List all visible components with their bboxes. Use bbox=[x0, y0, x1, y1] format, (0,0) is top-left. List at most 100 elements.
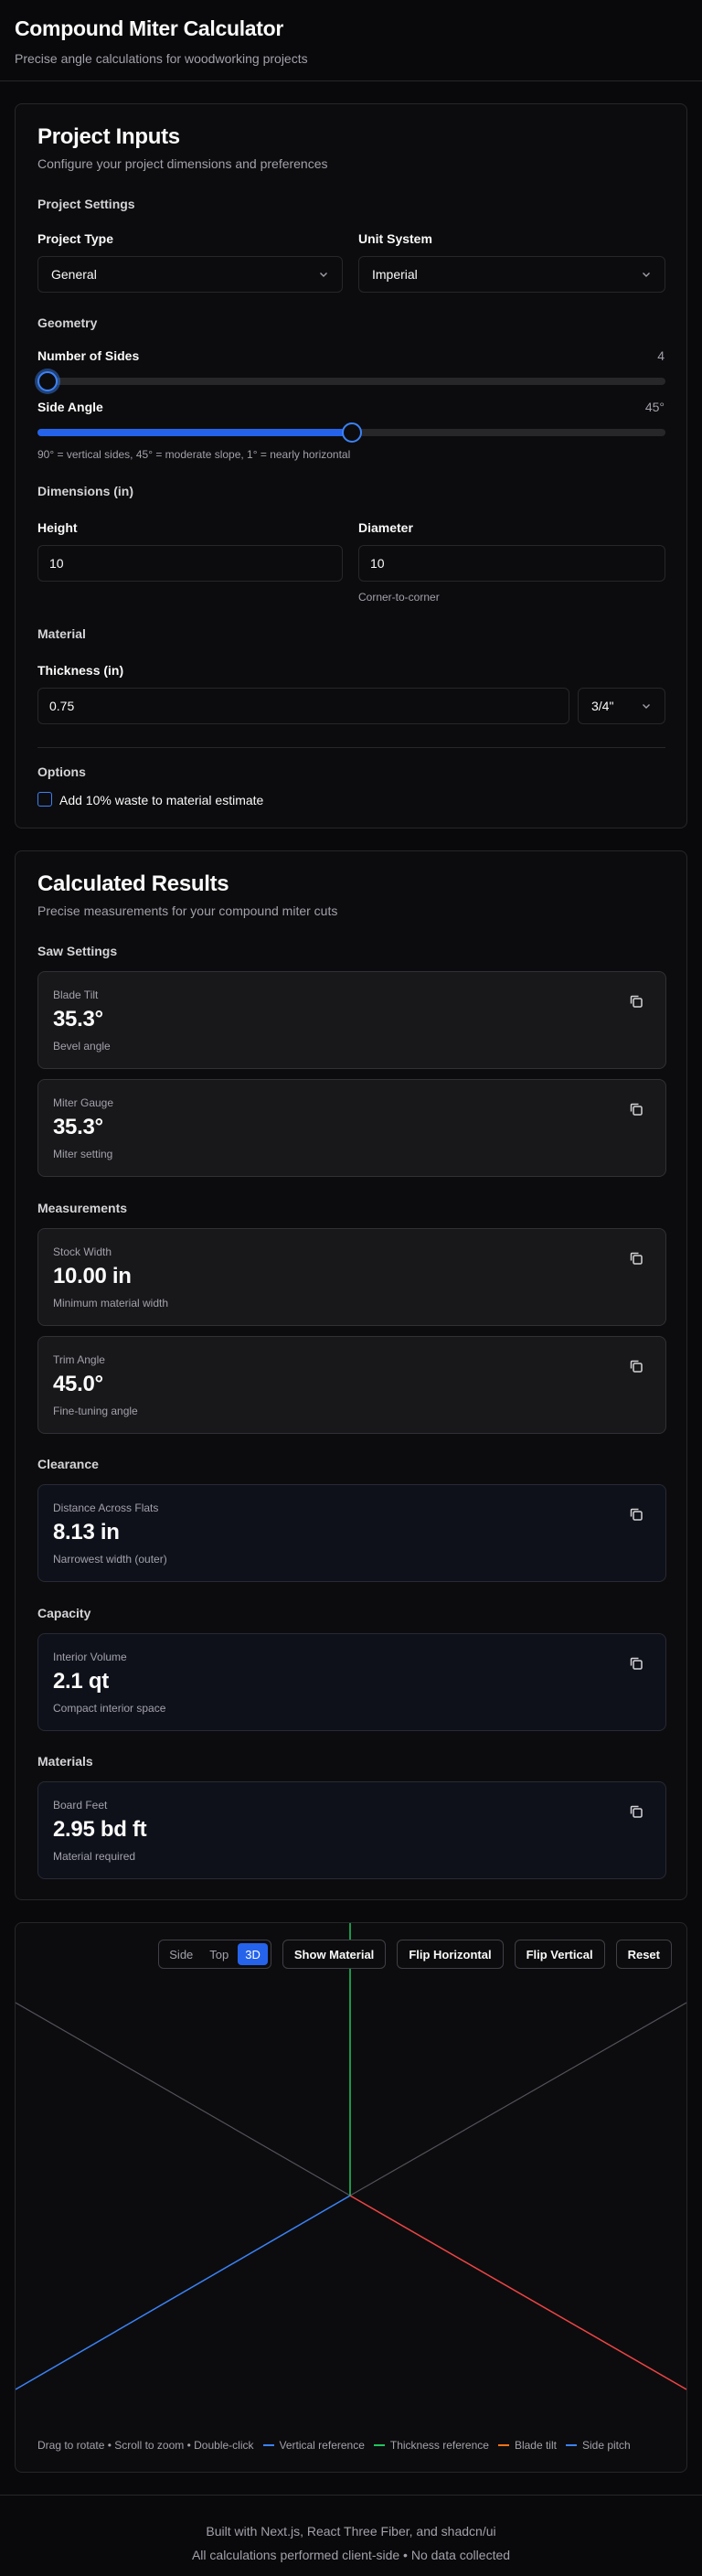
board-feet-card: Board Feet 2.95 bd ft Material required bbox=[37, 1781, 666, 1879]
diameter-hint: Corner-to-corner bbox=[358, 591, 440, 604]
stock-width-value: 10.00 in bbox=[53, 1264, 132, 1288]
copy-icon[interactable] bbox=[627, 992, 645, 1010]
stock-width-label: Stock Width bbox=[53, 1245, 112, 1258]
height-label: Height bbox=[37, 520, 78, 535]
material-label: Material bbox=[37, 626, 86, 641]
unit-system-label: Unit System bbox=[358, 231, 432, 246]
legend-label: Side pitch bbox=[581, 2439, 631, 2452]
legend-swatch bbox=[262, 2444, 274, 2446]
diameter-label: Diameter bbox=[358, 520, 413, 535]
interior-volume-card: Interior Volume 2.1 qt Compact interior … bbox=[37, 1633, 666, 1731]
trim-angle-card: Trim Angle 45.0° Fine-tuning angle bbox=[37, 1336, 666, 1434]
unit-system-select[interactable]: Imperial bbox=[358, 256, 665, 293]
thickness-preset-select[interactable]: 3/4" bbox=[578, 688, 665, 724]
side-angle-slider[interactable] bbox=[37, 422, 665, 443]
sides-slider-thumb[interactable] bbox=[37, 371, 58, 391]
blade-tilt-sub: Bevel angle bbox=[53, 1040, 111, 1053]
side-angle-hint: 90° = vertical sides, 45° = moderate slo… bbox=[37, 448, 351, 461]
copy-icon[interactable] bbox=[627, 1249, 645, 1267]
saw-settings-label: Saw Settings bbox=[37, 944, 118, 958]
miter-gauge-card: Miter Gauge 35.3° Miter setting bbox=[37, 1079, 666, 1177]
chevron-down-icon bbox=[643, 273, 650, 277]
inputs-title: Project Inputs bbox=[37, 124, 180, 149]
project-settings-label: Project Settings bbox=[37, 197, 135, 211]
copy-icon[interactable] bbox=[627, 1802, 645, 1821]
thickness-preset-value: 3/4" bbox=[591, 699, 614, 713]
project-inputs-card: Project Inputs Configure your project di… bbox=[15, 103, 687, 828]
blade-tilt-value: 35.3° bbox=[53, 1007, 103, 1031]
legend-thickness-reference: Thickness reference bbox=[373, 2439, 489, 2452]
legend-swatch bbox=[497, 2444, 509, 2446]
side-angle-label: Side Angle bbox=[37, 400, 103, 414]
view-top-button[interactable]: Top bbox=[202, 1943, 236, 1965]
viewer-help-text: Drag to rotate • Scroll to zoom • Double… bbox=[37, 2439, 254, 2452]
project-type-select[interactable]: General bbox=[37, 256, 343, 293]
page-footer: Built with Next.js, React Three Fiber, a… bbox=[0, 2495, 702, 2567]
height-input[interactable]: 10 bbox=[37, 545, 343, 582]
materials-label: Materials bbox=[37, 1754, 93, 1769]
legend-swatch bbox=[565, 2444, 577, 2446]
blade-tilt-label: Blade Tilt bbox=[53, 989, 99, 1001]
legend-label: Blade tilt bbox=[514, 2439, 557, 2452]
distance-across-flats-sub: Narrowest width (outer) bbox=[53, 1553, 167, 1566]
interior-volume-label: Interior Volume bbox=[53, 1651, 127, 1663]
copy-icon[interactable] bbox=[627, 1357, 645, 1375]
view-3d-button[interactable]: 3D bbox=[238, 1943, 268, 1965]
chevron-down-icon bbox=[320, 273, 327, 277]
stock-width-card: Stock Width 10.00 in Minimum material wi… bbox=[37, 1228, 666, 1326]
unit-system-value: Imperial bbox=[372, 267, 418, 282]
app-title: Compound Miter Calculator bbox=[15, 16, 284, 40]
distance-across-flats-label: Distance Across Flats bbox=[53, 1502, 159, 1514]
footer-credits: Built with Next.js, React Three Fiber, a… bbox=[206, 2524, 496, 2539]
app-header: Compound Miter Calculator Precise angle … bbox=[0, 0, 702, 81]
copy-icon[interactable] bbox=[627, 1505, 645, 1523]
stock-width-sub: Minimum material width bbox=[53, 1297, 169, 1309]
geometry-label: Geometry bbox=[37, 315, 98, 330]
sides-label: Number of Sides bbox=[37, 348, 140, 363]
reset-button[interactable]: Reset bbox=[615, 1940, 672, 1969]
miter-gauge-label: Miter Gauge bbox=[53, 1096, 114, 1109]
calculated-results-card: Calculated Results Precise measurements … bbox=[15, 850, 687, 1900]
legend-label: Thickness reference bbox=[389, 2439, 489, 2452]
legend-blade-tilt: Blade tilt bbox=[497, 2439, 557, 2452]
view-mode-toggle: Side Top 3D bbox=[158, 1940, 271, 1969]
board-feet-sub: Material required bbox=[53, 1850, 136, 1863]
diameter-input[interactable]: 10 bbox=[358, 545, 665, 582]
footer-privacy: All calculations performed client-side •… bbox=[191, 2548, 511, 2562]
view-side-button[interactable]: Side bbox=[162, 1943, 200, 1965]
waste-checkbox[interactable] bbox=[37, 792, 52, 807]
x-axis-line bbox=[349, 2195, 686, 2390]
chevron-down-icon bbox=[643, 704, 650, 709]
results-title: Calculated Results bbox=[37, 871, 229, 896]
measurements-label: Measurements bbox=[37, 1201, 128, 1215]
legend-side-pitch: Side pitch bbox=[565, 2439, 631, 2452]
copy-icon[interactable] bbox=[627, 1100, 645, 1118]
miter-gauge-sub: Miter setting bbox=[53, 1148, 113, 1160]
board-feet-value: 2.95 bd ft bbox=[53, 1817, 147, 1842]
thickness-input[interactable]: 0.75 bbox=[37, 688, 569, 724]
side-angle-slider-thumb[interactable] bbox=[341, 422, 362, 443]
clearance-label: Clearance bbox=[37, 1457, 99, 1471]
viewer-toolbar: Side Top 3D Show Material Flip Horizonta… bbox=[158, 1940, 672, 1969]
legend-label: Vertical reference bbox=[279, 2439, 365, 2452]
capacity-label: Capacity bbox=[37, 1606, 91, 1620]
results-description: Precise measurements for your compound m… bbox=[37, 903, 338, 918]
side-angle-slider-fill bbox=[37, 429, 352, 436]
trim-angle-sub: Fine-tuning angle bbox=[53, 1405, 138, 1417]
copy-icon[interactable] bbox=[627, 1654, 645, 1673]
project-type-label: Project Type bbox=[37, 231, 113, 246]
board-feet-label: Board Feet bbox=[53, 1799, 108, 1812]
flip-vertical-button[interactable]: Flip Vertical bbox=[514, 1940, 605, 1969]
waste-checkbox-label[interactable]: Add 10% waste to material estimate bbox=[59, 793, 263, 807]
viewer-legend: Drag to rotate • Scroll to zoom • Double… bbox=[37, 2439, 665, 2452]
trim-angle-label: Trim Angle bbox=[53, 1353, 105, 1366]
show-material-button[interactable]: Show Material bbox=[282, 1940, 387, 1969]
viewer-canvas[interactable] bbox=[16, 1923, 686, 2472]
sides-slider[interactable] bbox=[37, 371, 665, 391]
app-subtitle: Precise angle calculations for woodworki… bbox=[15, 51, 308, 66]
blade-tilt-card: Blade Tilt 35.3° Bevel angle bbox=[37, 971, 666, 1069]
flip-horizontal-button[interactable]: Flip Horizontal bbox=[397, 1940, 504, 1969]
trim-angle-value: 45.0° bbox=[53, 1372, 103, 1396]
options-label: Options bbox=[37, 764, 86, 779]
miter-gauge-value: 35.3° bbox=[53, 1115, 103, 1139]
